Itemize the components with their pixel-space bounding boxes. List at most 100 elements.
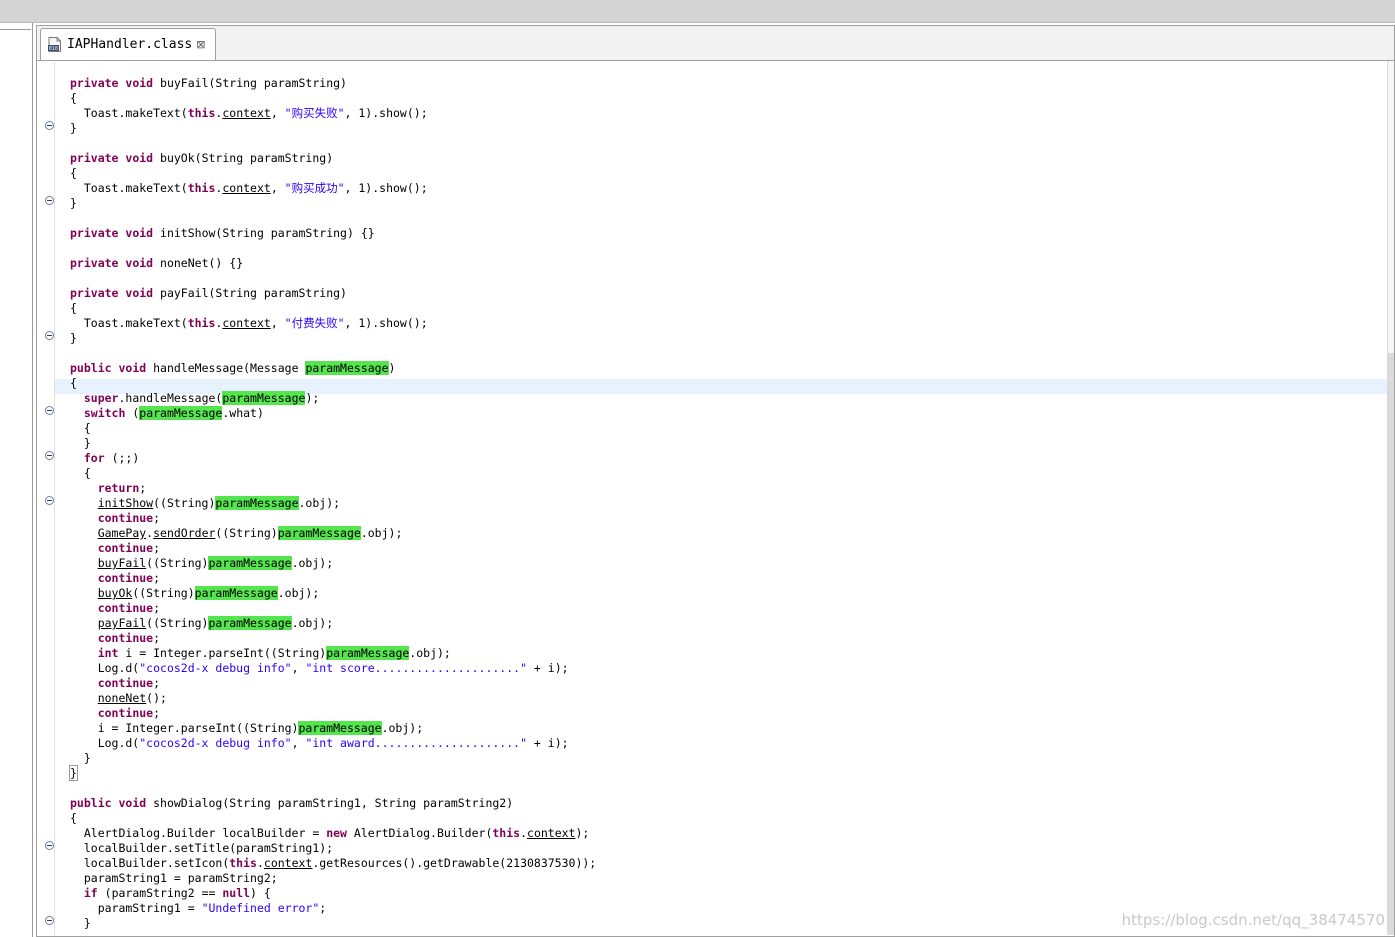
code-token: paramString1 = paramString2;: [70, 871, 278, 885]
code-line[interactable]: {: [70, 166, 1380, 181]
code-token: .obj);: [291, 556, 334, 570]
code-line[interactable]: [70, 211, 1380, 226]
code-token: paramMessage: [194, 586, 278, 600]
code-token: int: [97, 646, 119, 660]
code-line[interactable]: return;: [70, 481, 1380, 496]
code-token: .obj);: [291, 616, 334, 630]
class-file-icon: 010: [48, 37, 61, 52]
code-line[interactable]: localBuilder.setIcon(this.context.getRes…: [70, 856, 1380, 871]
code-line[interactable]: {: [70, 811, 1380, 826]
code-token: noneNet() {}: [153, 256, 244, 270]
code-line[interactable]: continue;: [70, 631, 1380, 646]
code-line[interactable]: Toast.makeText(this.context, "付费失败", 1).…: [70, 316, 1380, 331]
tab-iaphandler-class[interactable]: 010 IAPHandler.class ⊠: [40, 28, 216, 60]
code-line[interactable]: }: [70, 196, 1380, 211]
code-line[interactable]: }: [70, 121, 1380, 136]
code-line[interactable]: [70, 781, 1380, 796]
code-line[interactable]: buyOk((String)paramMessage.obj);: [70, 586, 1380, 601]
code-line[interactable]: int i = Integer.parseInt((String)paramMe…: [70, 646, 1380, 661]
code-line[interactable]: i = Integer.parseInt((String)paramMessag…: [70, 721, 1380, 736]
code-line[interactable]: {: [70, 466, 1380, 481]
code-line[interactable]: private void buyOk(String paramString): [70, 151, 1380, 166]
code-line[interactable]: localBuilder.setTitle(paramString1);: [70, 841, 1380, 856]
code-line[interactable]: continue;: [70, 601, 1380, 616]
code-line[interactable]: public void handleMessage(Message paramM…: [70, 361, 1380, 376]
fold-collapse-icon[interactable]: [45, 451, 54, 460]
code-line[interactable]: GamePay.sendOrder((String)paramMessage.o…: [70, 526, 1380, 541]
editor-tab-bar: 010 IAPHandler.class ⊠: [37, 26, 1394, 61]
code-line[interactable]: if (paramString2 == null) {: [70, 886, 1380, 901]
fold-collapse-icon[interactable]: [45, 496, 54, 505]
code-line[interactable]: private void noneNet() {}: [70, 256, 1380, 271]
code-line[interactable]: continue;: [70, 511, 1380, 526]
fold-collapse-icon[interactable]: [45, 196, 54, 205]
code-token: buyOk: [97, 586, 133, 600]
close-icon[interactable]: ⊠: [196, 38, 205, 51]
code-line[interactable]: payFail((String)paramMessage.obj);: [70, 616, 1380, 631]
code-line[interactable]: {: [70, 301, 1380, 316]
code-token: {: [70, 91, 77, 105]
code-token: return: [97, 481, 140, 495]
code-line[interactable]: noneNet();: [70, 691, 1380, 706]
code-line[interactable]: public void showDialog(String paramStrin…: [70, 796, 1380, 811]
code-token: ((String): [132, 586, 195, 600]
fold-collapse-icon[interactable]: [45, 841, 54, 850]
code-line[interactable]: Toast.makeText(this.context, "购买失败", 1).…: [70, 106, 1380, 121]
code-line[interactable]: private void buyFail(String paramString): [70, 76, 1380, 91]
code-line[interactable]: }: [69, 765, 1380, 781]
fold-collapse-icon[interactable]: [45, 916, 54, 925]
code-token: ,: [291, 661, 306, 675]
code-line[interactable]: {: [70, 421, 1380, 436]
scrollbar-thumb[interactable]: [1388, 353, 1394, 935]
code-area[interactable]: private void buyFail(String paramString)…: [69, 76, 1380, 931]
code-line[interactable]: for (;;): [70, 451, 1380, 466]
code-line[interactable]: buyFail((String)paramMessage.obj);: [70, 556, 1380, 571]
code-token: "购买成功": [284, 181, 345, 195]
code-token: continue: [97, 631, 154, 645]
code-line[interactable]: [70, 136, 1380, 151]
code-line[interactable]: continue;: [70, 571, 1380, 586]
code-line[interactable]: {: [70, 91, 1380, 106]
code-token: "Undefined error": [201, 901, 320, 915]
code-line[interactable]: {: [70, 376, 1380, 391]
code-line[interactable]: paramString1 = paramString2;: [70, 871, 1380, 886]
code-token: localBuilder.setIcon(: [70, 856, 230, 870]
code-line[interactable]: [70, 241, 1380, 256]
code-line[interactable]: Toast.makeText(this.context, "购买成功", 1).…: [70, 181, 1380, 196]
code-token: private: [70, 76, 119, 90]
fold-collapse-icon[interactable]: [45, 121, 54, 130]
code-line[interactable]: continue;: [70, 541, 1380, 556]
code-line[interactable]: initShow((String)paramMessage.obj);: [70, 496, 1380, 511]
vertical-scrollbar[interactable]: [1387, 61, 1394, 935]
code-line[interactable]: continue;: [70, 676, 1380, 691]
code-token: .obj);: [298, 496, 341, 510]
code-token: ;: [153, 541, 161, 555]
code-line[interactable]: Log.d("cocos2d-x debug info", "int score…: [70, 661, 1380, 676]
code-line[interactable]: continue;: [70, 706, 1380, 721]
code-line[interactable]: }: [70, 436, 1380, 451]
code-line[interactable]: switch (paramMessage.what): [70, 406, 1380, 421]
code-line[interactable]: [70, 346, 1380, 361]
code-line[interactable]: Log.d("cocos2d-x debug info", "int award…: [70, 736, 1380, 751]
code-line[interactable]: }: [70, 751, 1380, 766]
code-line[interactable]: private void initShow(String paramString…: [70, 226, 1380, 241]
tab-title: IAPHandler.class: [67, 37, 193, 52]
code-line[interactable]: }: [70, 331, 1380, 346]
code-token: noneNet: [97, 691, 147, 705]
code-line[interactable]: super.handleMessage(paramMessage);: [70, 391, 1380, 406]
code-token: public: [70, 796, 112, 810]
code-token: "购买失败": [284, 106, 345, 120]
code-line[interactable]: AlertDialog.Builder localBuilder = new A…: [70, 826, 1380, 841]
fold-collapse-icon[interactable]: [45, 331, 54, 340]
fold-collapse-icon[interactable]: [45, 406, 54, 415]
code-line[interactable]: private void payFail(String paramString): [70, 286, 1380, 301]
code-token: ;: [153, 511, 161, 525]
code-line[interactable]: [70, 271, 1380, 286]
code-token: ,: [270, 106, 285, 120]
